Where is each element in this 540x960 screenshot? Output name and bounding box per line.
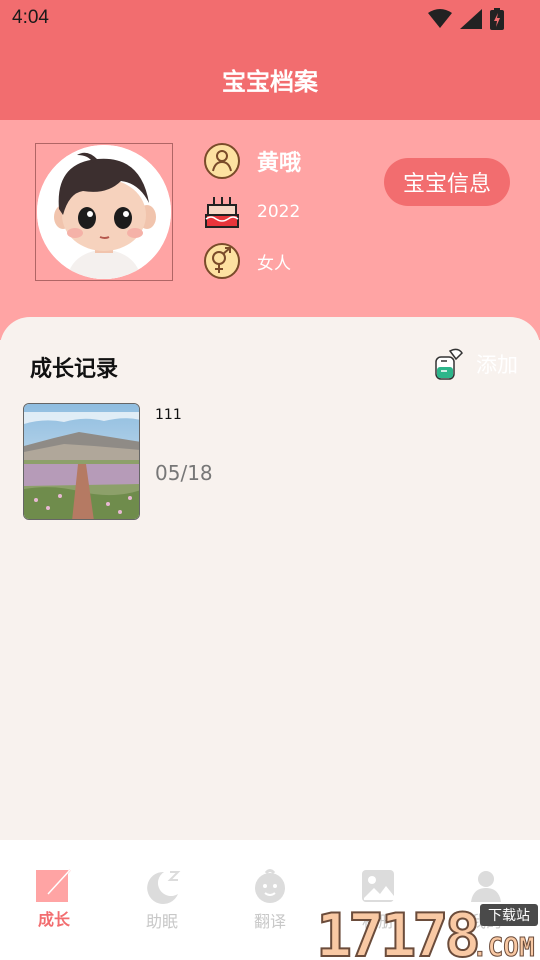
birth-year: 2022 bbox=[257, 202, 301, 222]
record-title: 111 bbox=[155, 407, 182, 423]
growth-records-card: 成长记录 添加 111 05/18 bbox=[0, 317, 540, 840]
add-record-label: 添加 bbox=[476, 353, 518, 377]
add-record-button[interactable]: 添加 bbox=[432, 347, 518, 381]
svg-text:.COM: .COM bbox=[472, 933, 535, 960]
signal-icon bbox=[460, 9, 482, 29]
photo-icon bbox=[362, 870, 394, 902]
nav-label-growth: 成长 bbox=[37, 910, 70, 929]
baby-info-button[interactable]: 宝宝信息 bbox=[384, 158, 510, 206]
baby-bottle-icon bbox=[435, 348, 463, 380]
status-bar: 4:04 bbox=[0, 0, 540, 38]
nav-label-translate: 翻译 bbox=[253, 912, 286, 931]
moon-icon bbox=[147, 871, 181, 904]
baby-name-row: 黄哦 bbox=[203, 142, 301, 180]
birth-year-row: 2022 bbox=[203, 193, 300, 231]
baby-profile-header: 黄哦 2022 女人 宝宝信息 bbox=[0, 120, 540, 340]
baby-face-icon bbox=[255, 869, 285, 903]
nav-item-translate[interactable]: 翻译 bbox=[230, 868, 310, 932]
wifi-icon bbox=[428, 9, 452, 28]
status-icons bbox=[428, 8, 504, 30]
baby-gender: 女人 bbox=[257, 253, 291, 274]
list-item[interactable]: 111 05/18 bbox=[23, 403, 517, 521]
user-icon bbox=[471, 871, 501, 902]
birthday-cake-icon bbox=[203, 193, 241, 231]
nav-item-sleep[interactable]: 助眠 bbox=[122, 868, 202, 932]
record-date: 05/18 bbox=[155, 461, 213, 485]
svg-text:17178: 17178 bbox=[316, 901, 477, 960]
nav-label-sleep: 助眠 bbox=[145, 912, 178, 931]
record-thumbnail bbox=[23, 403, 140, 520]
status-time: 4:04 bbox=[12, 7, 49, 28]
battery-charging-icon bbox=[490, 8, 504, 30]
gender-row: 女人 bbox=[203, 242, 291, 280]
gender-icon bbox=[203, 242, 241, 280]
avatar[interactable] bbox=[35, 143, 173, 281]
avatar-image bbox=[37, 145, 171, 279]
watermark-logo: 17178 .COM 下载站 bbox=[315, 900, 540, 960]
section-title: 成长记录 bbox=[30, 357, 119, 382]
app-bar: 宝宝档案 bbox=[0, 38, 540, 120]
svg-text:下载站: 下载站 bbox=[488, 908, 530, 924]
baby-name: 黄哦 bbox=[257, 151, 302, 176]
person-icon bbox=[203, 142, 241, 180]
page-title: 宝宝档案 bbox=[222, 68, 318, 96]
growth-icon bbox=[36, 869, 71, 902]
nav-item-growth[interactable]: 成长 bbox=[14, 868, 94, 930]
